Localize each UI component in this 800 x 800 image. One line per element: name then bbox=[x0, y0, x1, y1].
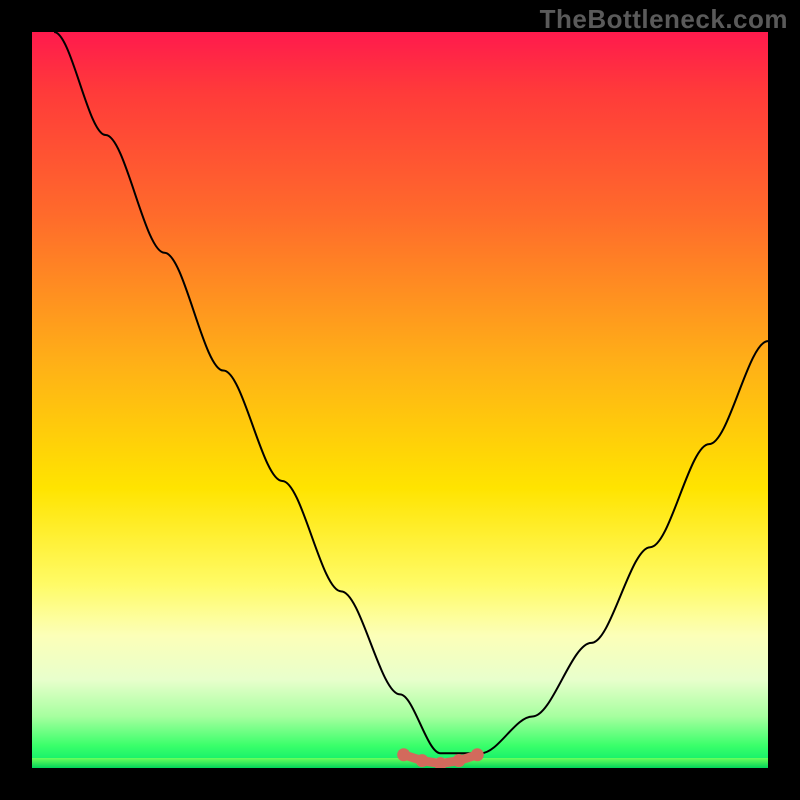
chart-frame: TheBottleneck.com bbox=[0, 0, 800, 800]
floor-bead bbox=[397, 748, 410, 761]
curve-layer bbox=[32, 32, 768, 768]
floor-bead bbox=[471, 748, 484, 761]
bottleneck-curve-path bbox=[54, 32, 768, 753]
floor-bead bbox=[416, 754, 429, 767]
watermark-text: TheBottleneck.com bbox=[540, 4, 788, 35]
bottleneck-curve bbox=[54, 32, 768, 753]
floor-segment bbox=[397, 748, 484, 768]
floor-bead bbox=[452, 754, 465, 767]
plot-area bbox=[32, 32, 768, 768]
